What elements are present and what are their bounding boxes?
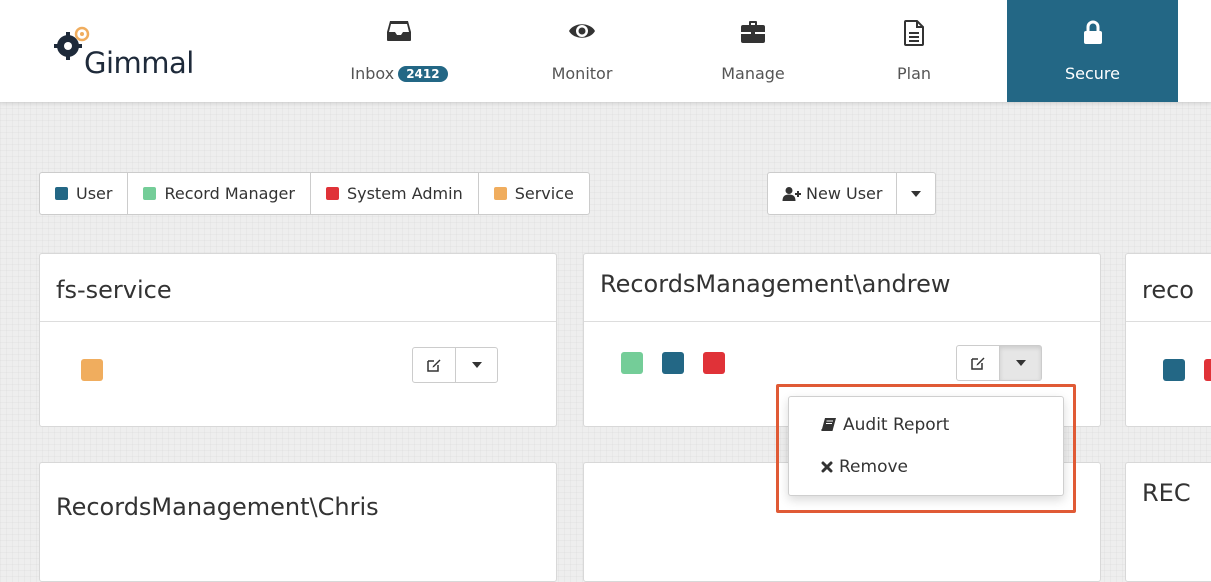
user-card: fs-service [39,253,557,427]
legend-item-system-admin[interactable]: System Admin [311,173,479,214]
card-actions [412,347,498,383]
legend-item-user[interactable]: User [40,173,129,214]
caret-down-icon [1015,360,1026,366]
remove-x-icon [821,461,833,473]
new-user-button-group: New User [767,172,937,215]
edit-button[interactable] [413,348,455,382]
add-user-icon [782,186,801,201]
user-card: REC [1125,462,1211,582]
nav-plan[interactable]: Plan [860,0,968,102]
edit-icon [427,359,441,372]
role-system-admin-swatch [703,352,725,374]
nav-manage-label: Manage [721,64,785,83]
role-service-swatch [81,359,103,381]
legend-item-record-manager[interactable]: Record Manager [128,173,311,214]
nav-secure[interactable]: Secure [1007,0,1178,102]
audit-report-label: Audit Report [843,415,950,435]
card-divider [40,321,556,322]
user-card: reco [1125,253,1211,427]
card-divider [1126,321,1211,322]
legend-service-label: Service [514,184,574,203]
card-title: reco [1142,276,1194,304]
role-user-swatch [1163,359,1185,381]
user-card: RecordsManagement\Chris [39,462,557,582]
nav-secure-label: Secure [1064,64,1120,83]
briefcase-icon [741,21,765,43]
card-title: RecordsManagement\Chris [56,493,379,521]
document-icon [904,20,924,46]
system-admin-color-swatch [325,187,339,200]
audit-report-menu-item[interactable]: Audit Report [821,415,949,435]
card-dropdown-toggle[interactable] [455,348,497,382]
remove-menu-item[interactable]: Remove [821,457,908,477]
new-user-dropdown-toggle[interactable] [896,173,935,214]
legend-system-admin-label: System Admin [346,184,463,203]
role-legend: User Record Manager System Admin Service [39,172,590,215]
record-manager-color-swatch [143,187,157,200]
role-record-manager-swatch [621,352,643,374]
card-actions-dropdown-menu: Audit Report Remove [788,396,1064,496]
nav-monitor-label: Monitor [551,64,613,83]
nav-inbox-label: Inbox [350,64,395,83]
card-title: RecordsManagement\andrew [600,270,951,298]
nav-manage[interactable]: Manage [688,0,818,102]
legend-user-label: User [76,184,113,203]
nav-monitor[interactable]: Monitor [522,0,642,102]
card-divider [584,321,1100,322]
card-actions [956,345,1042,381]
edit-icon [971,357,985,370]
role-user-swatch [662,352,684,374]
new-user-label: New User [806,184,883,203]
book-icon [821,418,836,432]
service-color-swatch [493,187,507,200]
eye-icon [569,24,595,38]
new-user-button[interactable]: New User [768,173,896,214]
card-title: REC [1142,479,1191,507]
lock-icon [1083,20,1102,44]
legend-record-manager-label: Record Manager [164,184,295,203]
edit-button[interactable] [957,346,999,380]
nav-plan-label: Plan [896,64,932,83]
brand-name: Gimmal [84,46,194,80]
caret-down-icon [911,190,922,197]
card-dropdown-toggle[interactable] [999,346,1041,380]
card-title: fs-service [56,276,172,304]
role-system-admin-swatch [1204,359,1211,381]
inbox-count-badge: 2412 [398,66,448,82]
caret-down-icon [471,362,482,368]
nav-inbox[interactable]: Inbox 2412 [318,0,480,102]
top-nav: Gimmal Inbox 2412 Monitor Manage Plan Se… [0,0,1211,102]
legend-item-service[interactable]: Service [479,173,589,214]
remove-label: Remove [839,457,908,477]
inbox-icon [387,21,411,41]
user-color-swatch [55,187,68,200]
